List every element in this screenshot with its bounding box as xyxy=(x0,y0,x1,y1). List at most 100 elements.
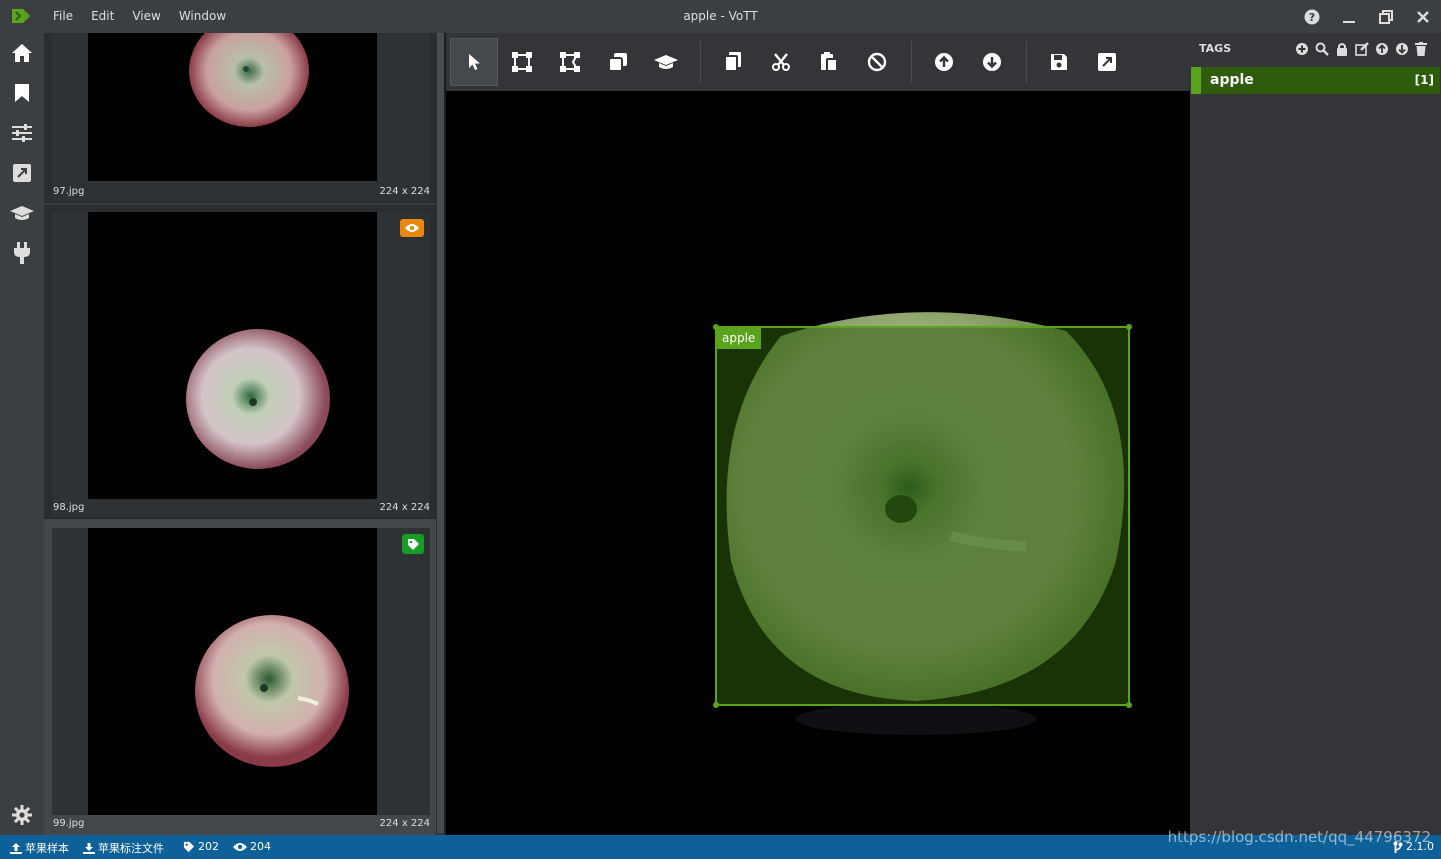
close-icon xyxy=(1416,10,1429,23)
tag-item-apple[interactable]: apple [1] xyxy=(1191,67,1440,94)
minimize-button[interactable] xyxy=(1330,0,1367,33)
tags-header: TAGS xyxy=(1199,42,1232,55)
thumbnail-image xyxy=(88,528,377,815)
thumbnail-dimensions: 224 x 224 xyxy=(379,186,430,197)
paste-icon xyxy=(821,52,838,72)
apple-image xyxy=(186,329,330,469)
help-button[interactable]: ? xyxy=(1293,0,1330,33)
minimize-icon xyxy=(1342,20,1355,23)
active-learning-icon xyxy=(654,55,678,69)
svg-text:?: ? xyxy=(1308,11,1314,24)
copy-regions-button[interactable] xyxy=(709,38,757,86)
thumbnail-item-99[interactable]: 99.jpg 224 x 224 xyxy=(44,519,436,835)
tag-hotkey: [1] xyxy=(1414,73,1434,87)
gear-icon xyxy=(12,805,32,825)
visited-count: 204 xyxy=(233,840,271,853)
select-tool-button[interactable] xyxy=(450,38,498,86)
thumbnail-filename: 98.jpg xyxy=(53,502,85,513)
polygon-icon xyxy=(512,52,532,72)
thumbnail-pane: 97.jpg 224 x 224 98.jpg 224 x 224 99.jpg… xyxy=(44,33,444,835)
add-tag-icon[interactable] xyxy=(1295,42,1309,56)
tag-name: apple xyxy=(1210,72,1254,88)
apple-image xyxy=(189,33,309,127)
search-icon[interactable] xyxy=(1315,42,1329,56)
next-asset-button[interactable] xyxy=(968,38,1016,86)
clear-icon xyxy=(867,52,887,72)
sidebar-item-active-learning[interactable] xyxy=(10,201,34,225)
rectangle-icon xyxy=(560,52,580,72)
download-icon xyxy=(83,843,95,854)
canvas-image xyxy=(713,312,1132,735)
eye-icon xyxy=(233,842,247,851)
sidebar-item-settings[interactable] xyxy=(10,121,34,145)
plug-icon xyxy=(14,242,30,264)
move-down-icon[interactable] xyxy=(1395,42,1409,56)
tag-icon xyxy=(183,841,195,852)
export-project-button[interactable] xyxy=(1083,38,1131,86)
sidebar-rail xyxy=(0,33,44,835)
active-learning-button[interactable] xyxy=(642,38,690,86)
home-icon xyxy=(12,44,32,62)
watermark-text: https://blog.csdn.net/qq_44796372 xyxy=(1167,828,1431,846)
scrollbar-thumb[interactable] xyxy=(437,33,444,833)
sidebar-item-editor[interactable] xyxy=(10,81,34,105)
cut-icon xyxy=(772,53,790,71)
menu-view[interactable]: View xyxy=(123,0,169,33)
thumbnail-caption: 99.jpg 224 x 224 xyxy=(52,815,430,833)
polygon-tool-button[interactable] xyxy=(498,38,546,86)
lock-icon[interactable] xyxy=(1335,42,1349,56)
sidebar-item-connections[interactable] xyxy=(10,241,34,265)
cut-regions-button[interactable] xyxy=(757,38,805,86)
tagged-badge xyxy=(402,534,424,554)
graduation-cap-icon xyxy=(10,206,34,220)
title-bar: File Edit View Window apple - VoTT ? xyxy=(0,0,1441,33)
thumbnail-filename: 99.jpg xyxy=(53,818,85,829)
thumbnail-scrollbar[interactable] xyxy=(437,33,444,835)
source-connection: 苹果样本 xyxy=(10,840,69,856)
tag-color-swatch[interactable] xyxy=(1191,67,1201,94)
visited-count-value: 204 xyxy=(250,840,271,853)
menu-file[interactable]: File xyxy=(44,0,82,33)
vott-window: File Edit View Window apple - VoTT ? 97.… xyxy=(0,0,1441,859)
tagged-count-value: 202 xyxy=(198,840,219,853)
target-connection-name: 苹果标注文件 xyxy=(98,842,164,855)
previous-icon xyxy=(935,53,953,71)
tag-icon xyxy=(407,538,419,550)
sidebar-item-home[interactable] xyxy=(10,41,34,65)
sidebar-item-export[interactable] xyxy=(10,161,34,185)
maximize-button[interactable] xyxy=(1367,0,1404,33)
export-icon xyxy=(13,164,31,182)
window-controls: ? xyxy=(1293,0,1441,33)
edit-icon[interactable] xyxy=(1355,42,1369,56)
tagged-count: 202 xyxy=(183,840,219,853)
copy-rectangle-button[interactable] xyxy=(594,38,642,86)
move-up-icon[interactable] xyxy=(1375,42,1389,56)
thumbnail-caption: 97.jpg 224 x 224 xyxy=(52,183,430,201)
rectangle-tool-button[interactable] xyxy=(546,38,594,86)
menu-window[interactable]: Window xyxy=(170,0,235,33)
thumbnail-dimensions: 224 x 224 xyxy=(379,818,430,829)
upload-icon xyxy=(10,843,22,854)
target-connection: 苹果标注文件 xyxy=(83,840,164,856)
paste-regions-button[interactable] xyxy=(805,38,853,86)
previous-asset-button[interactable] xyxy=(920,38,968,86)
toolbar-separator xyxy=(911,41,912,83)
trash-icon[interactable] xyxy=(1415,42,1427,56)
source-connection-name: 苹果样本 xyxy=(25,842,69,855)
save-icon xyxy=(1051,54,1067,70)
pointer-icon xyxy=(469,54,480,70)
save-project-button[interactable] xyxy=(1035,38,1083,86)
menu-edit[interactable]: Edit xyxy=(82,0,123,33)
help-icon: ? xyxy=(1304,9,1319,24)
thumbnail-item-97[interactable]: 97.jpg 224 x 224 xyxy=(44,33,436,203)
editor-canvas[interactable]: apple xyxy=(446,91,1190,835)
sliders-icon xyxy=(12,124,32,142)
tags-pane: TAGS apple [1] xyxy=(1190,33,1441,835)
remove-all-regions-button[interactable] xyxy=(853,38,901,86)
region-tag-label: apple xyxy=(716,328,762,349)
restore-icon xyxy=(1378,9,1393,24)
close-button[interactable] xyxy=(1404,0,1441,33)
sidebar-item-app-settings[interactable] xyxy=(10,803,34,827)
thumbnail-dimensions: 224 x 224 xyxy=(379,502,430,513)
thumbnail-item-98[interactable]: 98.jpg 224 x 224 xyxy=(44,203,436,519)
